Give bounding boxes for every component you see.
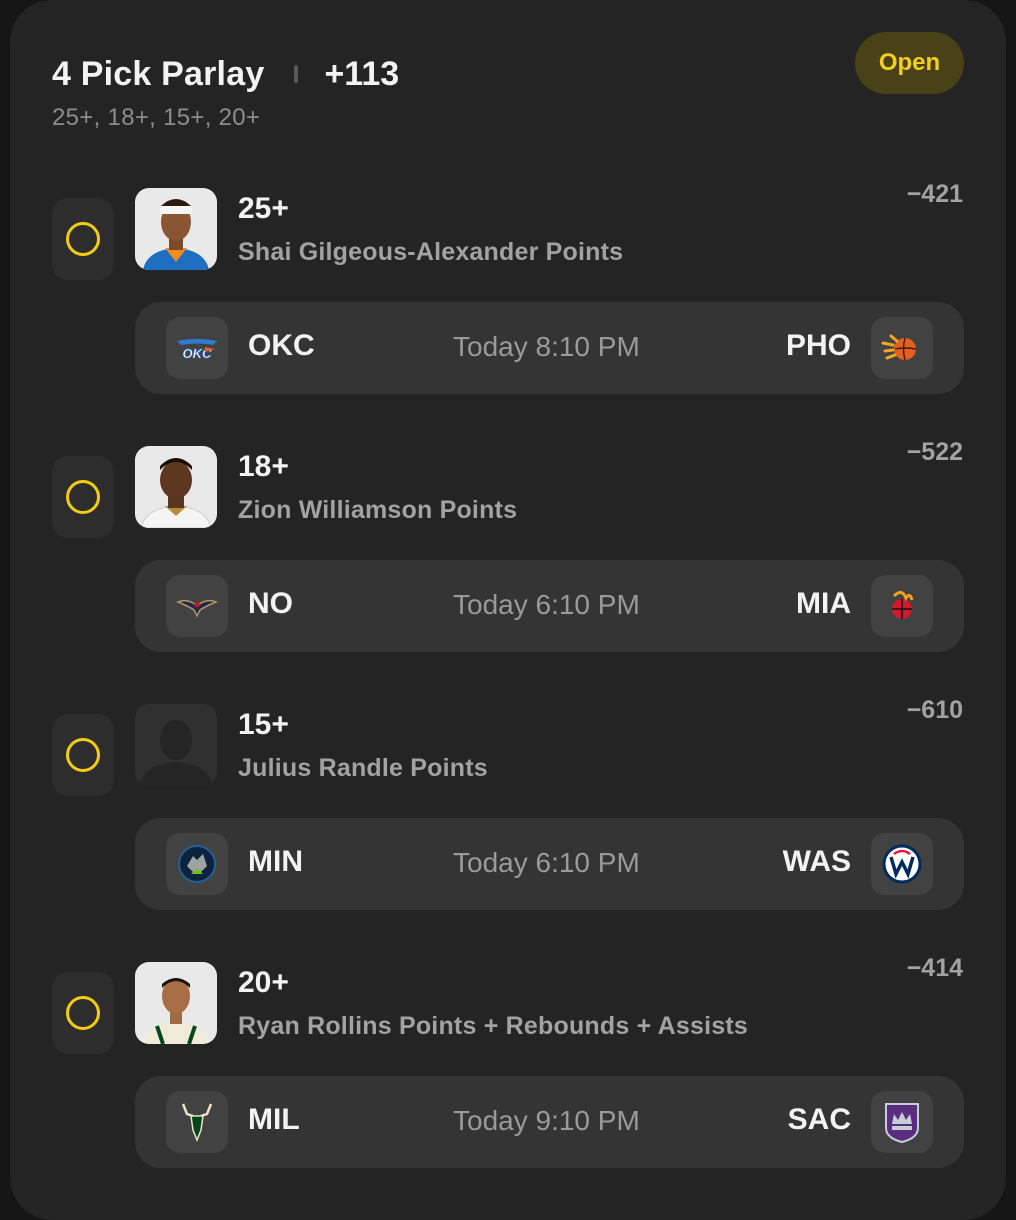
pick-item: 25+ Shai Gilgeous-Alexander Points −421 … bbox=[0, 180, 1016, 408]
away-team: MIA bbox=[796, 587, 851, 620]
player-headshot bbox=[135, 962, 217, 1044]
pick-status-indicator[interactable] bbox=[52, 714, 114, 796]
pick-item: 15+ Julius Randle Points −610 MIN Today … bbox=[0, 696, 1016, 924]
game-time: Today 6:10 PM bbox=[453, 589, 640, 620]
pick-price: −610 bbox=[906, 696, 963, 724]
suns-logo-icon bbox=[871, 317, 933, 379]
pending-circle-icon bbox=[66, 996, 100, 1030]
pick-price: −414 bbox=[906, 954, 963, 982]
pick-market: Ryan Rollins Points + Rebounds + Assists bbox=[238, 1012, 748, 1040]
pick-item: 18+ Zion Williamson Points −522 NO Today… bbox=[0, 438, 1016, 666]
game-time: Today 9:10 PM bbox=[453, 1105, 640, 1136]
pick-line: 20+ bbox=[238, 966, 289, 999]
pick-market: Julius Randle Points bbox=[238, 754, 488, 782]
title-divider bbox=[294, 65, 299, 83]
player-placeholder-icon bbox=[135, 704, 217, 786]
pick-line: 18+ bbox=[238, 450, 289, 483]
player-headshot bbox=[135, 446, 217, 528]
game-row[interactable]: OKC OKC Today 8:10 PM PHO bbox=[135, 302, 964, 394]
pick-status-indicator[interactable] bbox=[52, 972, 114, 1054]
pending-circle-icon bbox=[66, 480, 100, 514]
away-team: SAC bbox=[787, 1103, 851, 1136]
heat-logo-icon bbox=[871, 575, 933, 637]
parlay-odds: +113 bbox=[324, 54, 400, 93]
pick-status-indicator[interactable] bbox=[52, 198, 114, 280]
away-team: WAS bbox=[782, 845, 851, 878]
away-team: PHO bbox=[785, 329, 851, 362]
pick-price: −421 bbox=[906, 180, 963, 208]
pending-circle-icon bbox=[66, 222, 100, 256]
kings-logo-icon bbox=[871, 1091, 933, 1153]
game-time: Today 8:10 PM bbox=[453, 331, 640, 362]
game-row[interactable]: NO Today 6:10 PM MIA bbox=[135, 560, 964, 652]
status-badge: Open bbox=[855, 32, 964, 94]
parlay-lines-summary: 25+, 18+, 15+, 20+ bbox=[52, 104, 261, 131]
pelicans-logo-icon bbox=[166, 575, 228, 637]
home-team: NO bbox=[248, 587, 293, 620]
pending-circle-icon bbox=[66, 738, 100, 772]
pick-line: 25+ bbox=[238, 192, 289, 225]
thunder-logo-icon: OKC bbox=[166, 317, 228, 379]
home-team: OKC bbox=[248, 329, 315, 362]
pick-market: Zion Williamson Points bbox=[238, 496, 518, 524]
parlay-title: 4 Pick Parlay bbox=[52, 54, 265, 93]
home-team: MIN bbox=[248, 845, 303, 878]
game-row[interactable]: MIN Today 6:10 PM WAS bbox=[135, 818, 964, 910]
pick-status-indicator[interactable] bbox=[52, 456, 114, 538]
pick-item: 20+ Ryan Rollins Points + Rebounds + Ass… bbox=[0, 954, 1016, 1182]
game-row[interactable]: MIL Today 9:10 PM SAC bbox=[135, 1076, 964, 1168]
pick-line: 15+ bbox=[238, 708, 289, 741]
bucks-logo-icon bbox=[166, 1091, 228, 1153]
wizards-logo-icon bbox=[871, 833, 933, 895]
timberwolves-logo-icon bbox=[166, 833, 228, 895]
home-team: MIL bbox=[248, 1103, 300, 1136]
pick-price: −522 bbox=[906, 438, 963, 466]
player-headshot bbox=[135, 188, 217, 270]
pick-market: Shai Gilgeous-Alexander Points bbox=[238, 238, 624, 266]
game-time: Today 6:10 PM bbox=[453, 847, 640, 878]
parlay-header: 4 Pick Parlay +113 25+, 18+, 15+, 20+ bbox=[52, 52, 399, 132]
